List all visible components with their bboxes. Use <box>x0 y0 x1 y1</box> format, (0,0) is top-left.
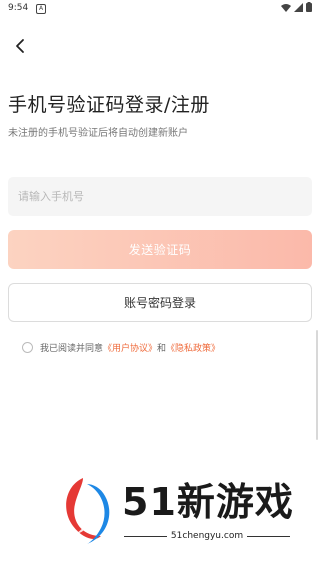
back-arrow-icon[interactable] <box>10 36 30 56</box>
page-title: 手机号验证码登录/注册 <box>8 94 210 116</box>
notification-icon: A <box>36 4 46 14</box>
watermark-brand: 51新游戏 <box>122 480 294 524</box>
page-subtitle: 未注册的手机号验证后将自动创建新账户 <box>8 128 188 139</box>
send-code-label: 发送验证码 <box>128 243 192 257</box>
user-agreement-link[interactable]: 《用户协议》 <box>103 341 157 354</box>
wifi-icon <box>281 3 291 12</box>
scrollbar[interactable] <box>316 330 318 440</box>
agreement-row: 我已阅读并同意 《用户协议》 和 《隐私政策》 <box>22 341 220 354</box>
battery-icon <box>306 2 312 12</box>
status-icons <box>281 2 312 12</box>
phone-input[interactable] <box>8 177 312 216</box>
agreement-checkbox[interactable] <box>22 342 33 353</box>
password-login-label: 账号密码登录 <box>123 296 196 310</box>
status-time: 9:54 <box>8 3 29 13</box>
watermark-url-row: 51chengyu.com <box>124 531 291 541</box>
send-code-button[interactable]: 发送验证码 <box>8 230 312 269</box>
privacy-policy-link[interactable]: 《隐私政策》 <box>166 341 220 354</box>
agreement-prefix: 我已阅读并同意 <box>40 344 104 354</box>
signal-icon <box>294 2 303 12</box>
status-bar: 9:54 A <box>0 0 320 18</box>
password-login-button[interactable]: 账号密码登录 <box>8 283 312 322</box>
watermark-line-left <box>124 535 167 537</box>
agreement-and: 和 <box>157 344 167 354</box>
watermark-url: 51chengyu.com <box>170 531 244 541</box>
watermark-line-right <box>247 535 291 537</box>
